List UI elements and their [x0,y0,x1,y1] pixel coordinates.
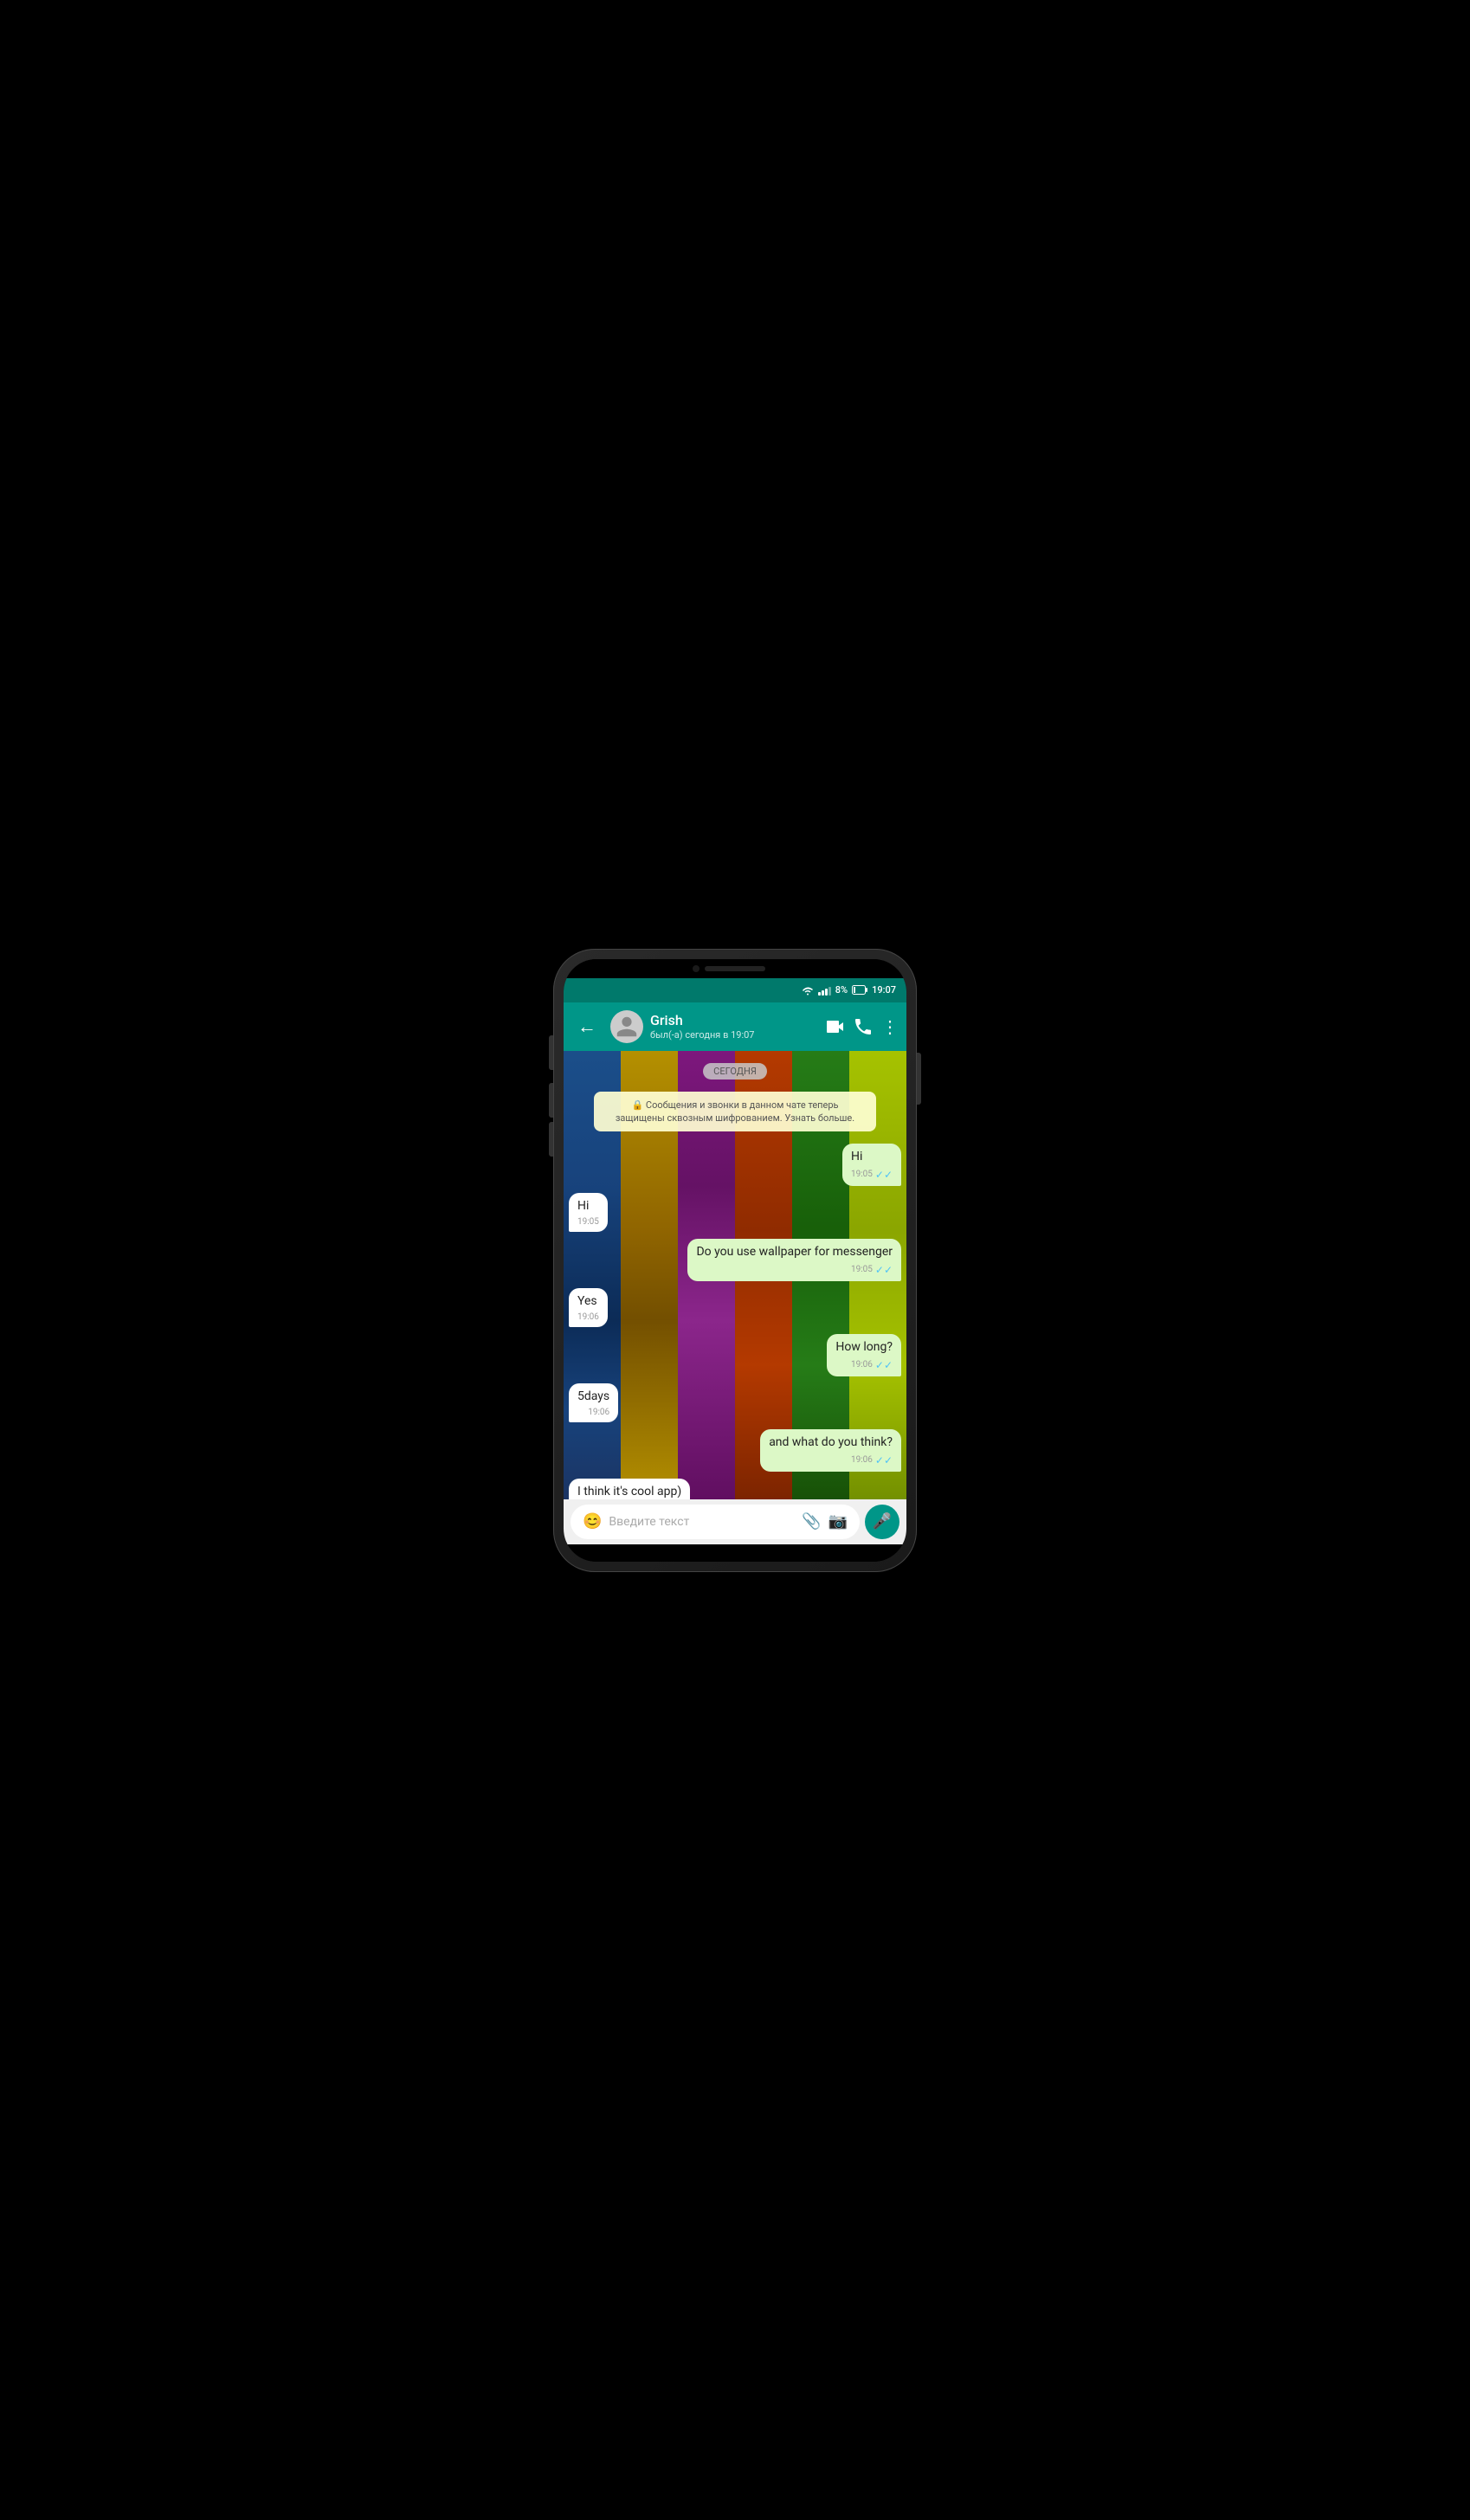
message-bubble: and what do you think? 19:06 ✓✓ [760,1429,901,1471]
message-bubble: Hi 19:05 [569,1193,608,1233]
notch [564,959,906,978]
message-meta: 19:06 [577,1312,599,1324]
message-row: How long? 19:06 ✓✓ [569,1334,901,1376]
read-receipt: ✓✓ [875,1168,893,1183]
chat-area: СЕГОДНЯ 🔒 Сообщения и звонки в данном ча… [564,1051,906,1499]
message-text: 5days [577,1389,609,1403]
message-time: 19:05 [577,1216,599,1228]
chat-toolbar: ← Grish был(-а) сегодня в 19:07 [564,1002,906,1051]
attach-button[interactable]: 📎 [802,1512,821,1531]
message-bubble: Yes 19:06 [569,1288,608,1328]
contact-avatar[interactable] [610,1010,643,1043]
message-time: 19:05 [851,1169,873,1181]
message-row: I think it's cool app) 19:07 [569,1479,901,1499]
message-meta: 19:05 [577,1216,599,1228]
speaker-grille [705,966,765,971]
message-meta: 19:06 [577,1407,609,1419]
date-divider: СЕГОДНЯ [703,1063,767,1080]
message-input-box[interactable]: 😊 Введите текст 📎 📷 [571,1505,860,1539]
message-bubble: 5days 19:06 [569,1383,618,1423]
message-row: Hi 19:05 [569,1193,901,1233]
message-row: 5days 19:06 [569,1383,901,1423]
input-placeholder[interactable]: Введите текст [609,1515,795,1529]
toolbar-actions: ⋮ [826,1018,899,1035]
camera-button[interactable]: 📷 [828,1512,848,1531]
input-area: 😊 Введите текст 📎 📷 🎤 [564,1499,906,1544]
message-text: Yes [577,1294,597,1308]
battery-percent: 8% [835,984,848,996]
message-time: 19:06 [851,1454,873,1466]
message-meta: 19:06 ✓✓ [769,1453,893,1468]
message-text: I think it's cool app) [577,1485,681,1498]
video-call-icon[interactable] [826,1020,845,1034]
message-time: 19:06 [851,1359,873,1371]
message-text: Do you use wallpaper for messenger [696,1245,893,1259]
contact-name: Grish [650,1012,819,1028]
avatar-icon [615,1015,639,1039]
wifi-icon [802,985,814,996]
message-time: 19:06 [588,1407,609,1419]
message-bubble: Do you use wallpaper for messenger 19:05… [687,1239,901,1280]
message-text: and what do you think? [769,1435,893,1449]
read-receipt: ✓✓ [875,1358,893,1373]
messages-list: СЕГОДНЯ 🔒 Сообщения и звонки в данном ча… [564,1051,906,1499]
battery-icon [852,985,867,995]
status-icons: 8% 19:07 [802,984,896,996]
message-meta: 19:05 ✓✓ [696,1263,893,1278]
message-row: Do you use wallpaper for messenger 19:05… [569,1239,901,1280]
message-row: Yes 19:06 [569,1288,901,1328]
message-time: 19:05 [851,1264,873,1276]
camera-dot [693,965,700,972]
contact-info[interactable]: Grish был(-а) сегодня в 19:07 [650,1012,819,1040]
read-receipt: ✓✓ [875,1453,893,1468]
message-time: 19:06 [577,1312,599,1324]
message-text: How long? [835,1340,893,1354]
message-text: Hi [577,1199,589,1213]
contact-status: был(-а) сегодня в 19:07 [650,1029,819,1041]
message-bubble: How long? 19:06 ✓✓ [827,1334,901,1376]
message-meta: 19:06 ✓✓ [835,1358,893,1373]
phone-call-icon[interactable] [855,1019,871,1034]
message-row: and what do you think? 19:06 ✓✓ [569,1429,901,1471]
more-icon[interactable]: ⋮ [881,1018,899,1035]
message-bubble: I think it's cool app) 19:07 [569,1479,690,1499]
phone-frame: 8% 19:07 ← Grish был(-а) сегодня в 19 [553,949,917,1572]
emoji-button[interactable]: 😊 [583,1512,602,1531]
bottom-nav-bar [564,1544,906,1562]
message-meta: 19:05 ✓✓ [851,1168,893,1183]
back-button[interactable]: ← [571,1012,603,1041]
phone-screen: 8% 19:07 ← Grish был(-а) сегодня в 19 [564,959,906,1562]
system-message: 🔒 Сообщения и звонки в данном чате тепер… [594,1092,876,1132]
mic-icon: 🎤 [873,1512,892,1531]
signal-icon [818,985,831,996]
mic-button[interactable]: 🎤 [865,1505,899,1539]
status-bar: 8% 19:07 [564,978,906,1002]
message-bubble: Hi 19:05 ✓✓ [842,1144,901,1185]
status-time: 19:07 [872,984,896,996]
message-text: Hi [851,1150,862,1163]
message-row: Hi 19:05 ✓✓ [569,1144,901,1185]
read-receipt: ✓✓ [875,1263,893,1278]
